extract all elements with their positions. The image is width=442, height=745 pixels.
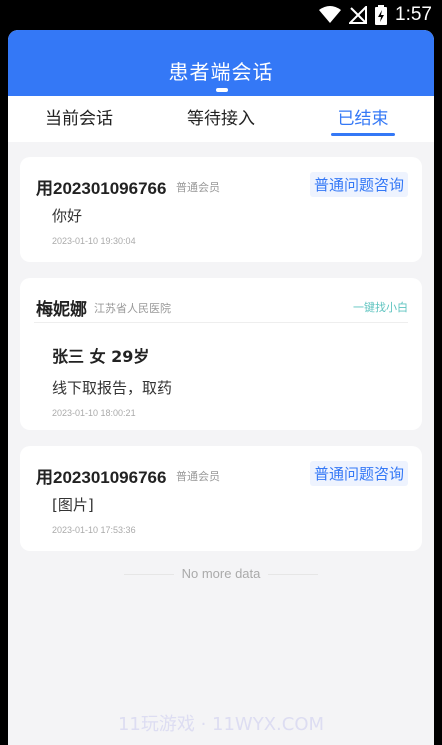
message-time: 2023-01-10 19:30:04 xyxy=(52,236,136,246)
tab-ended[interactable]: 已结束 xyxy=(292,96,434,142)
consult-type-tag: 普通问题咨询 xyxy=(309,461,408,486)
app-header: 患者端会话 xyxy=(8,30,434,96)
hospital-name: 江苏省人民医院 xyxy=(94,302,171,315)
message-time: 2023-01-10 17:53:36 xyxy=(52,525,136,535)
conversation-card[interactable]: 用202301096766 普通会员 普通问题咨询 你好 2023-01-10 … xyxy=(20,157,422,262)
member-type: 普通会员 xyxy=(176,470,220,483)
patient-info: 张三 女 29岁 xyxy=(52,347,150,366)
app-screen: 患者端会话 当前会话 等待接入 已结束 用202301096766 普通会员 普… xyxy=(8,30,434,745)
no-signal-icon xyxy=(349,6,368,24)
last-message: 你好 xyxy=(52,207,83,225)
tab-current[interactable]: 当前会话 xyxy=(8,96,150,142)
message-time: 2023-01-10 18:00:21 xyxy=(52,408,136,418)
last-message: [图片] xyxy=(52,496,94,514)
wifi-icon xyxy=(319,6,342,23)
no-more-data: No more data xyxy=(8,566,434,581)
watermark: 11玩游戏 · 11WYX.COM xyxy=(117,714,325,735)
tab-waiting[interactable]: 等待接入 xyxy=(150,96,292,142)
consult-type-tag: 普通问题咨询 xyxy=(309,172,408,197)
page-title: 患者端会话 xyxy=(168,60,274,84)
conversation-card[interactable]: 梅妮娜 江苏省人民医院 一键找小白 张三 女 29岁 线下取报告，取药 2023… xyxy=(20,278,422,430)
user-name: 用202301096766 xyxy=(36,179,167,198)
battery-icon xyxy=(375,5,388,25)
status-bar: 1:57 xyxy=(0,0,442,30)
user-name: 用202301096766 xyxy=(36,468,167,487)
status-time: 1:57 xyxy=(395,4,432,25)
quick-find-tag[interactable]: 一键找小白 xyxy=(353,299,408,315)
conversation-card[interactable]: 用202301096766 普通会员 普通问题咨询 [图片] 2023-01-1… xyxy=(20,446,422,551)
divider xyxy=(34,322,408,323)
header-indicator xyxy=(216,88,228,92)
member-type: 普通会员 xyxy=(176,181,220,194)
tab-bar: 当前会话 等待接入 已结束 xyxy=(8,96,434,142)
doctor-name: 梅妮娜 xyxy=(36,300,87,319)
last-message: 线下取报告，取药 xyxy=(52,379,173,397)
